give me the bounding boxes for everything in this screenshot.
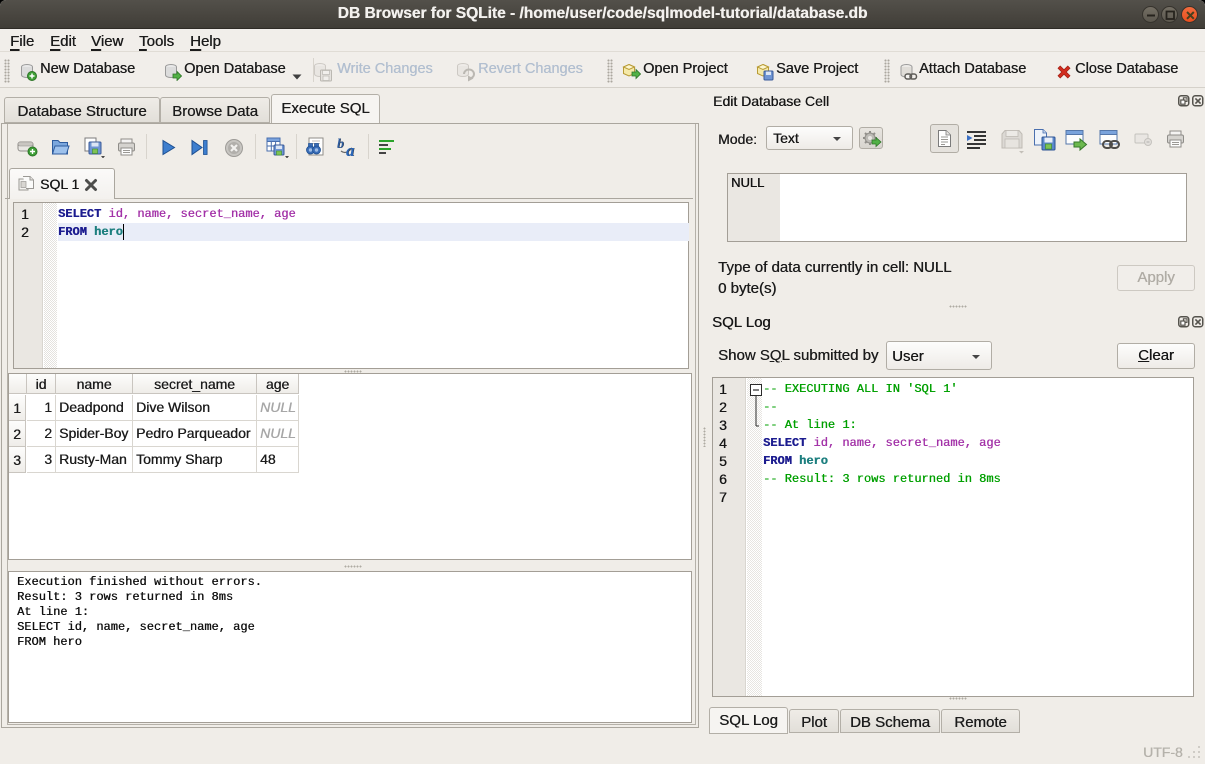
svg-text:b: b [337,137,344,152]
svg-text:a: a [346,141,355,158]
